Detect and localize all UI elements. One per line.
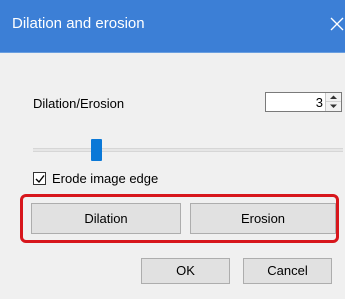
iterations-slider-track[interactable] (33, 148, 343, 152)
cancel-button[interactable]: Cancel (243, 258, 332, 284)
iterations-spinbox[interactable]: 3 (265, 92, 342, 112)
iterations-slider-thumb[interactable] (91, 139, 102, 161)
window-title: Dilation and erosion (12, 15, 145, 32)
spin-up-button[interactable] (326, 93, 341, 102)
title-bar: Dilation and erosion (0, 0, 345, 52)
erosion-button[interactable]: Erosion (190, 203, 336, 234)
close-icon (325, 8, 345, 40)
iterations-label: Dilation/Erosion (33, 96, 125, 111)
erode-edge-label[interactable]: Erode image edge (52, 171, 158, 186)
erode-edge-checkbox[interactable] (33, 172, 46, 185)
iterations-value[interactable]: 3 (316, 95, 323, 110)
close-button[interactable] (325, 8, 345, 40)
dilation-button[interactable]: Dilation (31, 203, 181, 234)
ok-button[interactable]: OK (141, 258, 230, 284)
dialog-window: Dilation and erosion Dilation/Erosion 3 (0, 0, 345, 299)
dialog-body: Dilation/Erosion 3 Erode image edge Dila… (0, 52, 345, 299)
spin-down-button[interactable] (326, 102, 341, 111)
spin-arrows (325, 93, 341, 111)
